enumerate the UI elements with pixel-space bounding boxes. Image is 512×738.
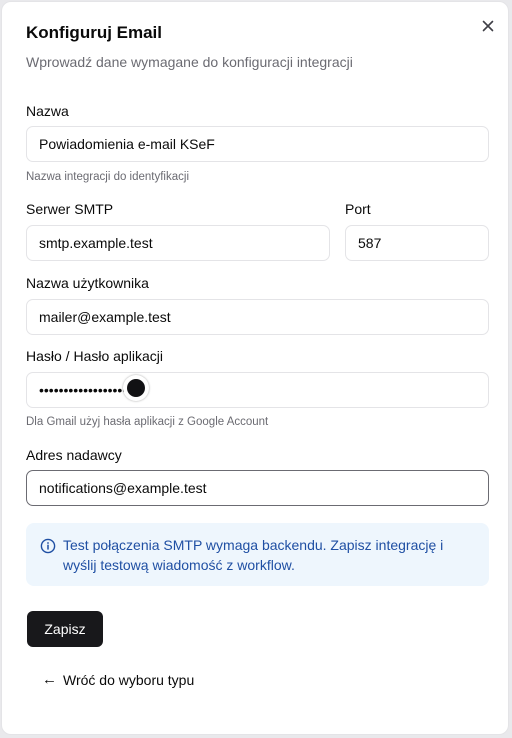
dialog-title: Konfiguruj Email [26, 23, 162, 42]
smtp-server-input[interactable]: smtp.example.test [26, 225, 330, 261]
info-icon [40, 538, 56, 554]
sender-label: Adres nadawcy [26, 447, 122, 463]
name-hint: Nazwa integracji do identyfikacji [26, 171, 189, 183]
name-input[interactable]: Powiadomienia e-mail KSeF [26, 126, 489, 162]
sender-input-value: notifications@example.test [39, 480, 207, 496]
username-input[interactable]: mailer@example.test [26, 299, 489, 335]
username-input-value: mailer@example.test [39, 309, 171, 325]
pointer-cursor-indicator [123, 375, 149, 401]
password-label: Hasło / Hasło aplikacji [26, 348, 163, 364]
port-label: Port [345, 201, 371, 217]
sender-input[interactable]: notifications@example.test [26, 470, 489, 506]
port-input-value: 587 [358, 235, 382, 251]
back-to-type-selection-link[interactable]: ← Wróć do wyboru typu [42, 671, 194, 688]
password-hint: Dla Gmail użyj hasła aplikacji z Google … [26, 416, 269, 428]
name-label: Nazwa [26, 103, 69, 119]
dialog-subtitle: Wprowadź dane wymagane do konfiguracji i… [26, 54, 353, 70]
name-input-value: Powiadomienia e-mail KSeF [39, 136, 215, 152]
port-input[interactable]: 587 [345, 225, 489, 261]
smtp-server-label: Serwer SMTP [26, 201, 114, 217]
password-input[interactable]: ••••••••••••••••••••• [26, 372, 489, 408]
configure-email-dialog: Konfiguruj Email Wprowadź dane wymagane … [1, 1, 509, 735]
back-link-label: Wróć do wyboru typu [63, 671, 195, 688]
info-text: Test połączenia SMTP wymaga backendu. Za… [63, 537, 444, 573]
username-label: Nazwa użytkownika [26, 275, 149, 291]
save-button[interactable]: Zapisz [27, 611, 103, 647]
info-alert: Test połączenia SMTP wymaga backendu. Za… [26, 523, 489, 586]
smtp-server-input-value: smtp.example.test [39, 235, 153, 251]
arrow-left-icon: ← [42, 671, 57, 688]
pointer-dot [127, 379, 145, 397]
close-icon[interactable] [482, 20, 494, 32]
close-button[interactable] [476, 14, 500, 38]
